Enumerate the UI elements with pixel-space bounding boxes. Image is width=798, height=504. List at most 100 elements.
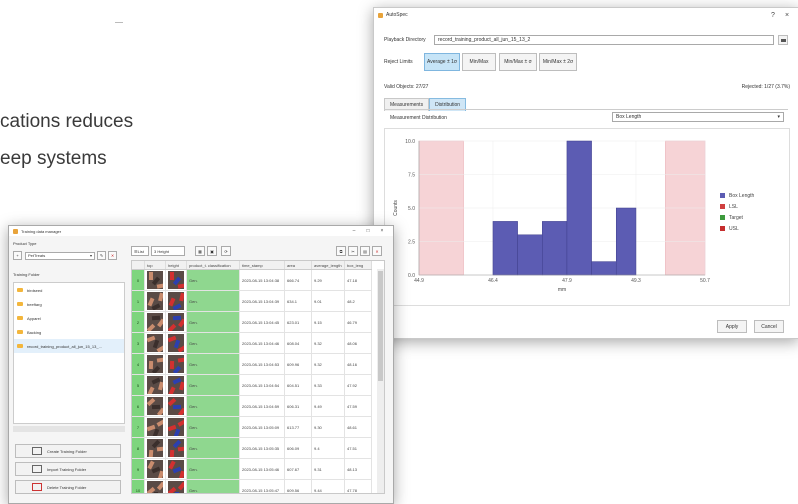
product-type-select[interactable]: PetTreats ▾ xyxy=(25,251,95,260)
box-length-cell: 48.61 xyxy=(344,416,372,438)
table-row[interactable]: 1 Gen. 2023-08-15 13:04:39 634.1 9.01 48.2 xyxy=(132,290,372,312)
create-training-folder-button[interactable]: Create Training Folder xyxy=(15,444,121,458)
folder-item[interactable]: Apparel xyxy=(14,311,124,325)
table-row[interactable]: 4 Gen. 2023-08-15 13:04:53 609.96 9.32 48.16 xyxy=(132,353,372,375)
row-index: 5 xyxy=(132,374,145,396)
legend-swatch xyxy=(720,215,725,220)
folder-item-selected[interactable]: record_training_product_all_jun_15_13_..… xyxy=(14,339,124,353)
measurement-select[interactable]: Box Length ▾ xyxy=(612,112,784,122)
table-row[interactable]: 6 Gen. 2023-08-15 13:04:59 606.31 9.49 47.59 xyxy=(132,395,372,417)
classification-cell: Gen. xyxy=(186,479,240,493)
app-icon xyxy=(378,12,383,18)
reject-average-button[interactable]: Average ± 1σ xyxy=(424,53,460,71)
column-header[interactable]: average_length xyxy=(311,261,345,270)
top-thumbnail xyxy=(144,269,166,291)
folder-item[interactable]: beeftarg xyxy=(14,297,124,311)
grid-view-icon[interactable]: ▦ xyxy=(195,246,205,256)
sort-select[interactable]: 3 Height xyxy=(151,246,185,256)
save-icon[interactable]: ▤ xyxy=(360,246,370,256)
product-type-label: Product Type xyxy=(13,241,37,246)
average-length-cell: 9.30 xyxy=(311,416,345,438)
top-thumbnail-image xyxy=(147,355,163,373)
folder-label: Apparel xyxy=(27,315,41,321)
height-thumbnail-image xyxy=(168,439,184,457)
x-axis-label: mm xyxy=(558,287,566,293)
browse-folder-button[interactable] xyxy=(778,35,788,45)
measurement-select-value: Box Length xyxy=(616,114,642,120)
close-icon[interactable]: × xyxy=(375,228,389,234)
box-length-cell: 47.59 xyxy=(344,395,372,417)
legend-swatch xyxy=(720,204,725,209)
trash-icon[interactable]: ✕ xyxy=(372,246,382,256)
table-row[interactable]: 8 Gen. 2023-08-15 13:05:35 606.09 9.4 47.51 xyxy=(132,437,372,459)
top-thumbnail xyxy=(144,332,166,354)
average-length-cell: 9.31 xyxy=(311,458,345,480)
table-row[interactable]: 0 Gen. 2023-08-15 13:04:38 666.74 9.29 47.18 xyxy=(132,269,372,291)
column-header[interactable]: time_stamp xyxy=(239,261,285,270)
folder-list-scrollbar[interactable] xyxy=(13,426,125,432)
x-tick-label: 44.9 xyxy=(414,278,424,284)
column-header[interactable]: product_t. classification xyxy=(186,261,240,270)
top-thumbnail-image xyxy=(147,334,163,352)
cut-icon[interactable]: ✂ xyxy=(348,246,358,256)
top-thumbnail xyxy=(144,311,166,333)
image-view-icon[interactable]: ▣ xyxy=(207,246,217,256)
average-length-cell: 9.44 xyxy=(311,479,345,493)
edit-product-button[interactable]: ✎ xyxy=(97,251,106,260)
delete-product-button[interactable]: ✕ xyxy=(108,251,117,260)
import-training-folder-button[interactable]: Import Training Folder xyxy=(15,462,121,476)
table-row[interactable]: 7 Gen. 2023-08-15 13:05:09 613.77 9.30 48.61 xyxy=(132,416,372,438)
copy-icon[interactable]: ⧉ xyxy=(336,246,346,256)
area-cell: 623.01 xyxy=(284,311,312,333)
legend-swatch xyxy=(720,193,725,198)
row-index: 3 xyxy=(132,332,145,354)
create-folder-icon xyxy=(32,447,42,455)
background-text-line-2: eep systems xyxy=(0,148,107,169)
table-row[interactable]: 5 Gen. 2023-08-15 13:04:54 604.51 9.33 47.92 xyxy=(132,374,372,396)
table-row[interactable]: 3 Gen. 2023-08-15 13:04:46 608.04 9.32 48.06 xyxy=(132,332,372,354)
average-length-cell: 9.4 xyxy=(311,437,345,459)
row-index: 8 xyxy=(132,437,145,459)
folder-label: Backing xyxy=(27,329,42,335)
classification-cell: Gen. xyxy=(186,416,240,438)
folder-label: record_training_product_all_jun_15_13_..… xyxy=(27,343,102,349)
y-tick-label: 7.5 xyxy=(408,173,415,179)
folder-item[interactable]: Backing xyxy=(14,325,124,339)
x-tick-label: 47.9 xyxy=(562,278,572,284)
maximize-icon[interactable]: □ xyxy=(361,228,375,234)
table-row[interactable]: 9 Gen. 2023-08-15 13:05:46 607.67 9.31 48.13 xyxy=(132,458,372,480)
cancel-button[interactable]: Cancel xyxy=(754,320,784,333)
playback-directory-input[interactable]: record_training_product_all_jun_15_13_2 xyxy=(434,35,774,45)
timestamp-cell: 2023-08-15 13:04:45 xyxy=(239,311,285,333)
height-thumbnail xyxy=(165,311,187,333)
delete-folder-icon xyxy=(32,483,42,491)
folder-item[interactable]: birdseed xyxy=(14,283,124,297)
add-product-button[interactable]: + xyxy=(13,251,22,260)
x-tick-label: 49.3 xyxy=(631,278,641,284)
column-header[interactable]: box_leng xyxy=(344,261,372,270)
histogram-bar xyxy=(591,261,617,276)
table-row[interactable]: 10 Gen. 2023-08-15 13:05:47 609.56 9.44 47.78 xyxy=(132,479,372,493)
y-axis-label: Counts xyxy=(393,200,399,216)
box-length-cell: 48.06 xyxy=(344,332,372,354)
delete-training-folder-button[interactable]: Delete Training Folder xyxy=(15,480,121,494)
refresh-icon[interactable]: ⟳ xyxy=(221,246,231,256)
scrollbar-thumb[interactable] xyxy=(378,271,383,381)
folder-icon xyxy=(17,330,23,334)
column-header[interactable]: area xyxy=(284,261,312,270)
table-scrollbar[interactable] xyxy=(377,269,384,493)
autospec-window: AutoSpec ? × Playback Directory record_t… xyxy=(373,7,798,339)
help-icon[interactable]: ? xyxy=(766,12,780,19)
reject-minmax-sigma-button[interactable]: Min/Max ± σ xyxy=(499,53,537,71)
reject-minmax-button[interactable]: Min/Max xyxy=(462,53,496,71)
apply-button[interactable]: Apply xyxy=(717,320,747,333)
table-row[interactable]: 2 Gen. 2023-08-15 13:04:45 623.01 9.15 46.79 xyxy=(132,311,372,333)
close-icon[interactable]: × xyxy=(780,12,794,19)
reject-minmax-2sigma-button[interactable]: Min/Max ± 2σ xyxy=(539,53,577,71)
column-header[interactable]: top xyxy=(144,261,166,270)
height-thumbnail xyxy=(165,269,187,291)
column-header[interactable] xyxy=(132,261,145,270)
column-header[interactable]: height xyxy=(165,261,187,270)
minimize-icon[interactable]: – xyxy=(347,228,361,234)
list-view-button[interactable]: ☰ List xyxy=(131,246,149,256)
